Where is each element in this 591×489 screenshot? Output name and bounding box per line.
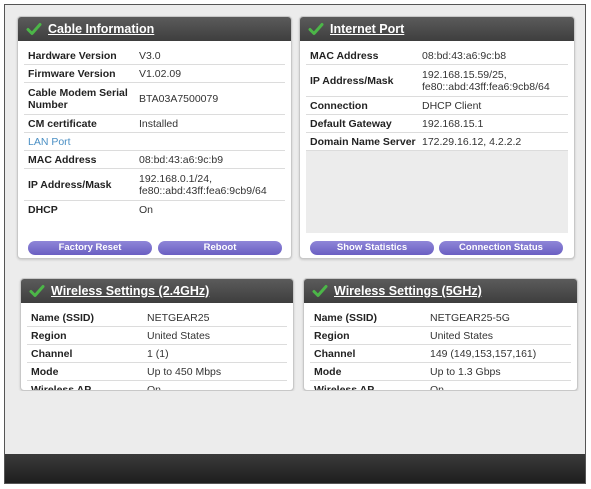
- wireless-24ghz-title[interactable]: Wireless Settings (2.4GHz): [51, 284, 209, 298]
- row-label: MAC Address: [310, 49, 379, 62]
- check-icon: [312, 285, 328, 297]
- table-row: Connection DHCP Client: [306, 97, 568, 115]
- row-value: DHCP Client: [422, 99, 482, 112]
- table-row: Name (SSID) NETGEAR25-5G: [310, 309, 571, 327]
- row-label: Channel: [31, 347, 73, 360]
- table-row: Name (SSID) NETGEAR25: [27, 309, 287, 327]
- table-row: Region United States: [310, 327, 571, 345]
- cable-information-title[interactable]: Cable Information: [48, 22, 154, 36]
- connection-status-button[interactable]: Connection Status: [439, 241, 563, 255]
- row-label: Wireless AP: [31, 384, 92, 391]
- row-value: BTA03A7500079: [139, 92, 219, 105]
- lan-port-section-label: LAN Port: [24, 133, 285, 151]
- table-row: Wireless AP On: [310, 381, 571, 391]
- row-label: DHCP: [28, 204, 58, 216]
- cable-information-header: Cable Information: [18, 17, 291, 41]
- row-value: United States: [147, 329, 211, 342]
- row-value: 172.29.16.12, 4.2.2.2: [422, 135, 522, 148]
- row-value: 192.168.15.59/25, fe80::abd:43ff:fea6:9c…: [422, 68, 550, 93]
- row-label: Name (SSID): [314, 311, 378, 324]
- wireless-5ghz-table: Name (SSID) NETGEAR25-5G Region United Sta…: [310, 309, 571, 391]
- row-label: Name (SSID): [31, 311, 95, 324]
- table-row: Region United States: [27, 327, 287, 345]
- table-row: Mode Up to 450 Mbps: [27, 363, 287, 381]
- check-icon: [308, 23, 324, 35]
- row-label: Channel: [314, 347, 356, 360]
- row-value: NETGEAR25-5G: [430, 311, 510, 324]
- table-row: Domain Name Server 172.29.16.12, 4.2.2.2: [306, 133, 568, 151]
- table-row: MAC Address 08:bd:43:a6:9c:b9: [24, 151, 285, 169]
- internet-port-table: MAC Address 08:bd:43:a6:9c:b8 IP Address/…: [306, 47, 568, 235]
- cable-information-panel: Cable Information Hardware Version V3.0 F…: [17, 16, 292, 259]
- factory-reset-button[interactable]: Factory Reset: [28, 241, 152, 255]
- row-value: Up to 450 Mbps: [147, 365, 222, 378]
- footer-bar: [5, 454, 585, 483]
- reboot-button[interactable]: Reboot: [158, 241, 282, 255]
- table-row: Cable Modem Serial Number BTA03A7500079: [24, 83, 285, 115]
- row-label: Mode: [314, 365, 342, 378]
- wireless-24ghz-panel: Wireless Settings (2.4GHz) Name (SSID) NE…: [20, 278, 294, 391]
- row-value: 192.168.15.1: [422, 117, 484, 130]
- table-row: Channel 1 (1): [27, 345, 287, 363]
- internet-port-title[interactable]: Internet Port: [330, 22, 404, 36]
- row-value: 1 (1): [147, 347, 169, 360]
- row-label: Region: [314, 329, 350, 342]
- row-label: Wireless AP: [314, 384, 375, 391]
- section-label: LAN Port: [28, 135, 71, 148]
- row-label: IP Address/Mask: [28, 178, 112, 191]
- internet-port-panel: Internet Port MAC Address 08:bd:43:a6:9c:…: [299, 16, 575, 259]
- wireless-5ghz-title[interactable]: Wireless Settings (5GHz): [334, 284, 482, 298]
- row-value: 192.168.0.1/24, fe80::abd:43ff:fea6:9cb9…: [139, 172, 267, 197]
- check-icon: [29, 285, 45, 297]
- row-label: Default Gateway: [310, 117, 392, 130]
- show-statistics-button[interactable]: Show Statistics: [310, 241, 434, 255]
- table-row: Wireless AP On: [27, 381, 287, 391]
- table-row: CM certificate Installed: [24, 115, 285, 133]
- row-value: Installed: [139, 117, 179, 130]
- row-label: MAC Address: [28, 153, 97, 166]
- table-row: Firmware Version V1.02.09: [24, 65, 285, 83]
- row-label: Mode: [31, 365, 59, 378]
- row-label: Domain Name Server: [310, 135, 416, 148]
- row-value: On: [147, 384, 162, 391]
- content-clip-edge: [5, 391, 585, 451]
- router-dashboard: Cable Information Hardware Version V3.0 F…: [4, 4, 586, 484]
- row-label: Connection: [310, 99, 368, 112]
- table-row: Default Gateway 192.168.15.1: [306, 115, 568, 133]
- row-label: Cable Modem Serial Number: [28, 86, 128, 111]
- row-value: 08:bd:43:a6:9c:b8: [422, 49, 507, 62]
- table-row: IP Address/Mask 192.168.0.1/24, fe80::abd…: [24, 169, 285, 201]
- wireless-24ghz-table: Name (SSID) NETGEAR25 Region United States…: [27, 309, 287, 391]
- table-row: Mode Up to 1.3 Gbps: [310, 363, 571, 381]
- row-value: V3.0: [139, 49, 161, 62]
- row-value: NETGEAR25: [147, 311, 210, 324]
- row-value: V1.02.09: [139, 67, 182, 80]
- row-label: IP Address/Mask: [310, 74, 394, 87]
- table-row: Channel 149 (149,153,157,161): [310, 345, 571, 363]
- wireless-5ghz-panel: Wireless Settings (5GHz) Name (SSID) NETG…: [303, 278, 578, 391]
- row-label: Firmware Version: [28, 67, 116, 80]
- row-value: On: [430, 384, 445, 391]
- row-value: Up to 1.3 Gbps: [430, 365, 501, 378]
- row-label: Hardware Version: [28, 49, 117, 62]
- wireless-5ghz-header: Wireless Settings (5GHz): [304, 279, 577, 303]
- check-icon: [26, 23, 42, 35]
- row-value: 149 (149,153,157,161): [430, 347, 537, 360]
- wireless-24ghz-header: Wireless Settings (2.4GHz): [21, 279, 293, 303]
- internet-port-header: Internet Port: [300, 17, 574, 41]
- row-label: Region: [31, 329, 67, 342]
- row-label: CM certificate: [28, 117, 97, 130]
- table-row: DHCP On: [24, 201, 285, 219]
- row-value: United States: [430, 329, 494, 342]
- table-row: IP Address/Mask 192.168.15.59/25, fe80::a…: [306, 65, 568, 97]
- table-row: MAC Address 08:bd:43:a6:9c:b8: [306, 47, 568, 65]
- row-value: On: [139, 204, 154, 216]
- row-value: 08:bd:43:a6:9c:b9: [139, 153, 224, 166]
- empty-area: [306, 151, 568, 233]
- cable-information-table: Hardware Version V3.0 Firmware Version V1.…: [24, 47, 285, 235]
- table-row: Hardware Version V3.0: [24, 47, 285, 65]
